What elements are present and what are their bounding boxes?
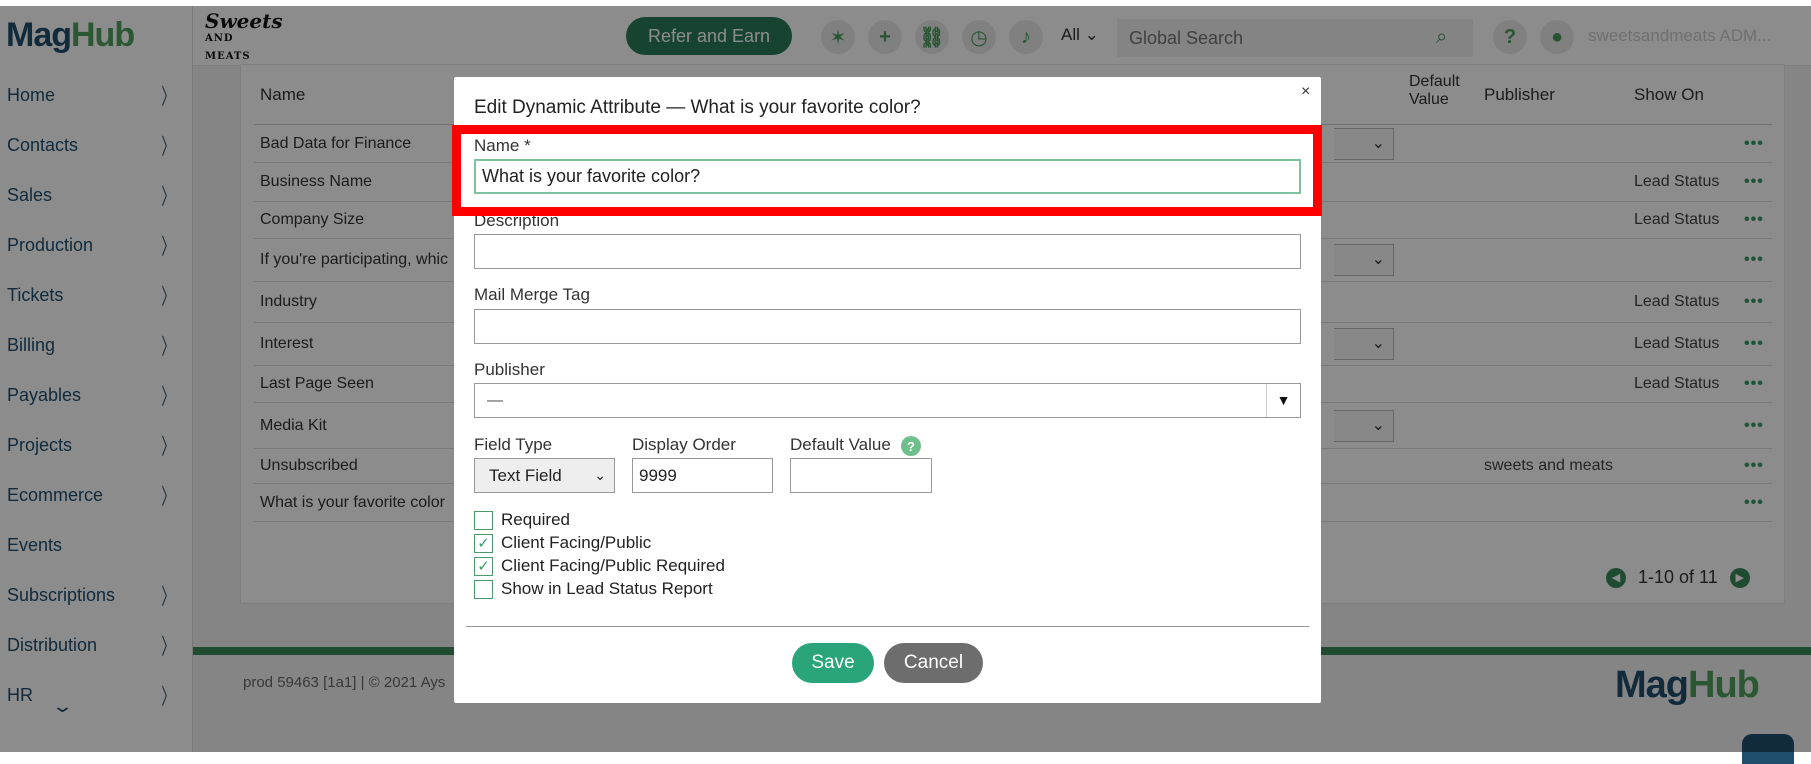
checkbox-label: Client Facing/Public [501,533,652,552]
mail-merge-tag-input[interactable] [474,309,1301,344]
checkbox-row[interactable]: Required [474,510,570,530]
modal-title: Edit Dynamic Attribute — What is your fa… [474,97,921,118]
checkbox-unchecked[interactable] [474,510,493,530]
cancel-button[interactable]: Cancel [884,643,983,683]
checkbox-unchecked[interactable] [474,579,493,599]
help-icon[interactable]: ? [901,436,921,456]
checkbox-row[interactable]: ✓ Client Facing/Public [474,533,651,553]
checkbox-checked[interactable]: ✓ [474,533,493,553]
display-order-input[interactable] [632,458,773,493]
modal-divider [466,626,1309,627]
default-value-label: Default Value [790,435,891,454]
name-input[interactable] [474,159,1301,194]
mail-merge-tag-label: Mail Merge Tag [474,285,590,304]
display-order-label: Display Order [632,435,736,454]
save-button[interactable]: Save [792,643,874,683]
field-type-label: Field Type [474,435,553,454]
caret-down-icon[interactable]: ▼ [1266,384,1300,417]
close-icon[interactable]: × [1301,83,1310,101]
checkbox-label: Client Facing/Public Required [501,556,725,575]
publisher-select[interactable]: — ▼ [474,383,1301,418]
description-label: Description [474,211,560,230]
name-label: Name * [474,136,531,155]
checkbox-row[interactable]: Show in Lead Status Report [474,579,713,599]
field-type-select[interactable]: Text Field ⌄ [474,458,615,493]
checkbox-label: Show in Lead Status Report [501,579,713,598]
field-type-selected-value: Text Field [489,466,562,485]
chevron-down-icon: ⌄ [594,467,606,483]
description-input[interactable] [474,234,1301,269]
checkbox-row[interactable]: ✓ Client Facing/Public Required [474,556,725,576]
edit-dynamic-attribute-modal: Edit Dynamic Attribute — What is your fa… [454,77,1321,703]
publisher-selected-value: — [487,392,503,409]
publisher-label: Publisher [474,360,545,379]
checkbox-checked[interactable]: ✓ [474,556,493,576]
default-value-input[interactable] [790,458,932,493]
checkbox-label: Required [501,510,570,529]
